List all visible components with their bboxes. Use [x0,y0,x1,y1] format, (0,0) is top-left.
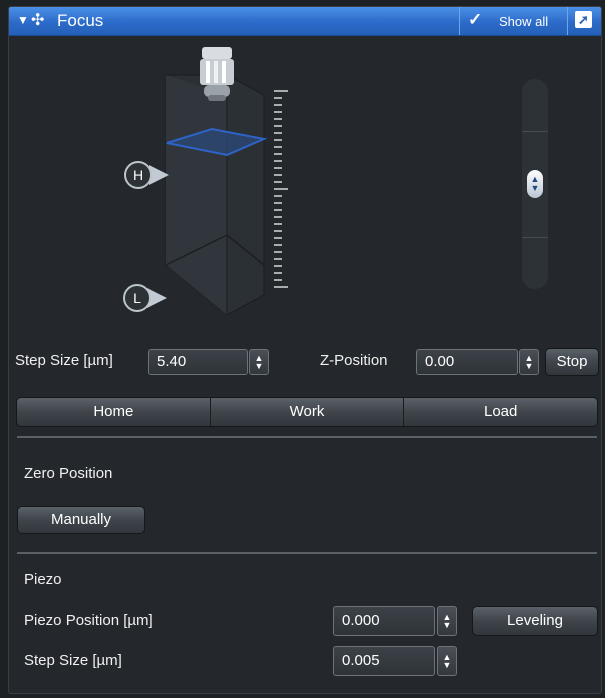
low-limit-marker: L [123,284,167,312]
work-button[interactable]: Work [210,398,405,426]
panel-title: Focus [57,11,104,30]
show-all-toggle[interactable]: Show all [499,14,548,29]
z-position-field[interactable]: 0.00 [416,349,518,375]
step-size-field[interactable]: 5.40 [148,349,248,375]
focus-slider-handle[interactable]: ▲ ▼ [527,170,543,198]
focus-drive-visual: H L [123,47,288,315]
popout-icon[interactable]: ➚ [575,11,592,28]
piezo-position-field[interactable]: 0.000 [333,606,435,636]
piezo-step-size-field[interactable]: 0.005 [333,646,435,676]
high-limit-label: H [133,167,143,183]
leveling-button[interactable]: Leveling [472,606,598,636]
focus-tool-icon: ✣ [31,12,45,29]
z-position-label: Z-Position [320,352,388,369]
header-divider [459,7,460,35]
home-button[interactable]: Home [17,398,211,426]
manually-button[interactable]: Manually [17,506,145,534]
panel-header[interactable]: ▼ ✣ Focus ✓ Show all ➚ [9,7,601,36]
low-limit-label: L [133,290,141,306]
collapse-triangle-icon[interactable]: ▼ [17,13,29,27]
slider-tick [522,237,548,238]
step-size-label: Step Size [µm] [15,352,113,369]
position-buttons: Home Work Load [16,397,598,427]
piezo-heading: Piezo [24,571,62,588]
step-size-spinner[interactable]: ▲ ▼ [249,349,269,375]
piezo-position-label: Piezo Position [µm] [24,612,153,629]
load-button[interactable]: Load [404,398,597,426]
piezo-step-size-spinner[interactable]: ▲ ▼ [437,646,457,676]
checkmark-icon[interactable]: ✓ [468,10,482,30]
section-divider [17,552,597,554]
stop-button[interactable]: Stop [545,348,599,376]
piezo-step-size-label: Step Size [µm] [24,652,122,669]
slider-tick [522,131,548,132]
piezo-position-spinner[interactable]: ▲ ▼ [437,606,457,636]
section-divider [17,436,597,438]
header-divider [567,7,568,35]
z-position-spinner[interactable]: ▲ ▼ [519,349,539,375]
objective-icon [200,47,234,101]
zero-position-heading: Zero Position [24,465,113,482]
high-limit-marker: H [124,161,169,189]
focus-panel: ▼ ✣ Focus ✓ Show all ➚ H L ▲ ▼ Step Size… [8,6,602,694]
